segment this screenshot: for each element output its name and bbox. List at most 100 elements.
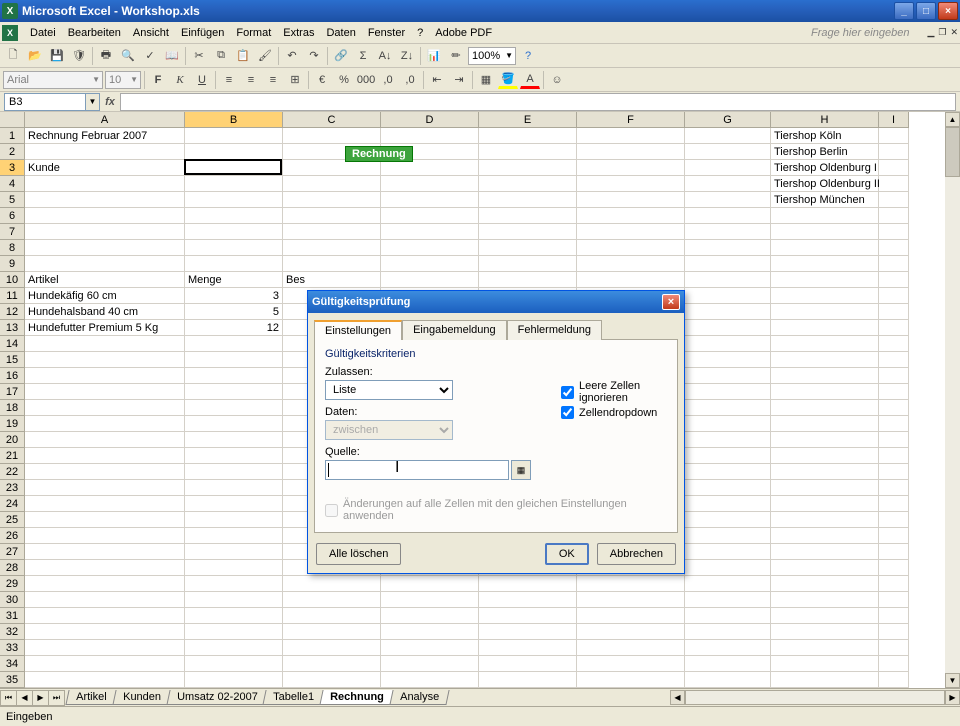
cell[interactable] [771, 528, 879, 544]
sheet-tab[interactable]: Tabelle1 [263, 690, 325, 705]
cell[interactable] [771, 560, 879, 576]
sort-asc-icon[interactable]: A↓ [375, 46, 395, 65]
cell[interactable] [381, 192, 479, 208]
col-header[interactable]: I [879, 112, 909, 128]
cell[interactable] [25, 208, 185, 224]
row-header[interactable]: 9 [0, 256, 25, 272]
cell[interactable] [771, 496, 879, 512]
cell[interactable] [771, 656, 879, 672]
cell[interactable] [479, 256, 577, 272]
smiley-icon[interactable]: ☺ [547, 70, 567, 89]
cell[interactable] [25, 224, 185, 240]
cell[interactable]: Tiershop Berlin [771, 144, 879, 160]
cell[interactable] [685, 448, 771, 464]
cell[interactable] [879, 208, 909, 224]
cell[interactable] [879, 144, 909, 160]
hscroll-track[interactable] [685, 690, 945, 705]
ok-button[interactable]: OK [545, 543, 589, 565]
cell[interactable] [25, 672, 185, 688]
cell[interactable] [771, 304, 879, 320]
cell[interactable] [283, 160, 381, 176]
cell[interactable] [771, 240, 879, 256]
cell[interactable] [185, 592, 283, 608]
menu-format[interactable]: Format [230, 25, 277, 41]
preview-icon[interactable]: 🔍 [118, 46, 138, 65]
cell[interactable] [25, 368, 185, 384]
cell[interactable] [381, 240, 479, 256]
cell[interactable] [879, 544, 909, 560]
font-selector[interactable]: Arial▼ [3, 71, 103, 89]
cell[interactable]: Hundekäfig 60 cm [25, 288, 185, 304]
undo-icon[interactable]: ↶ [282, 46, 302, 65]
cell[interactable] [185, 256, 283, 272]
dialog-tab[interactable]: Eingabemeldung [402, 320, 507, 340]
sum-icon[interactable]: Σ [353, 46, 373, 65]
cell[interactable] [479, 128, 577, 144]
cell[interactable] [771, 512, 879, 528]
cell[interactable] [685, 480, 771, 496]
cell[interactable]: Menge [185, 272, 283, 288]
cell[interactable] [381, 656, 479, 672]
cell[interactable] [25, 560, 185, 576]
maximize-button[interactable]: □ [916, 2, 936, 20]
cell[interactable]: Tiershop München [771, 192, 879, 208]
cell[interactable] [283, 176, 381, 192]
cell[interactable] [879, 416, 909, 432]
font-size-selector[interactable]: 10▼ [105, 71, 141, 89]
col-header[interactable]: H [771, 112, 879, 128]
cell[interactable] [283, 256, 381, 272]
cell[interactable] [879, 592, 909, 608]
dialog-tab[interactable]: Einstellungen [314, 320, 402, 340]
row-header[interactable]: 24 [0, 496, 25, 512]
dialog-titlebar[interactable]: Gültigkeitsprüfung × [308, 291, 684, 313]
row-header[interactable]: 17 [0, 384, 25, 400]
row-header[interactable]: 23 [0, 480, 25, 496]
cell[interactable] [879, 288, 909, 304]
row-header[interactable]: 28 [0, 560, 25, 576]
cell[interactable] [381, 176, 479, 192]
cell[interactable] [185, 224, 283, 240]
cell[interactable] [685, 656, 771, 672]
row-header[interactable]: 34 [0, 656, 25, 672]
menu-einfügen[interactable]: Einfügen [175, 25, 230, 41]
cell[interactable] [577, 224, 685, 240]
tab-nav-next-icon[interactable]: ▶ [32, 690, 48, 706]
cell[interactable] [771, 256, 879, 272]
cell[interactable] [283, 672, 381, 688]
cell[interactable] [771, 640, 879, 656]
cell[interactable] [185, 448, 283, 464]
row-header[interactable]: 14 [0, 336, 25, 352]
hscroll-right-icon[interactable]: ▶ [945, 690, 960, 705]
cell[interactable] [685, 432, 771, 448]
cell[interactable] [879, 512, 909, 528]
sheet-tab[interactable]: Kunden [112, 690, 171, 705]
cell[interactable] [185, 144, 283, 160]
cell[interactable]: 5 [185, 304, 283, 320]
cell-dropdown-checkbox[interactable] [561, 406, 574, 419]
cell[interactable] [771, 208, 879, 224]
cell[interactable] [479, 640, 577, 656]
range-picker-icon[interactable]: ▦ [511, 460, 531, 480]
cell[interactable] [879, 528, 909, 544]
cell[interactable] [25, 496, 185, 512]
sheet-tab[interactable]: Artikel [65, 690, 117, 705]
cell[interactable] [685, 144, 771, 160]
mdi-close[interactable]: ✕ [950, 27, 958, 38]
cell[interactable] [771, 352, 879, 368]
row-header[interactable]: 15 [0, 352, 25, 368]
cell[interactable] [479, 160, 577, 176]
cell[interactable] [381, 208, 479, 224]
select-all-corner[interactable] [0, 112, 25, 128]
row-header[interactable]: 6 [0, 208, 25, 224]
cell[interactable] [185, 240, 283, 256]
col-header[interactable]: D [381, 112, 479, 128]
cell[interactable] [479, 272, 577, 288]
cell[interactable] [283, 656, 381, 672]
row-header[interactable]: 35 [0, 672, 25, 688]
cell[interactable] [685, 208, 771, 224]
cell[interactable] [879, 656, 909, 672]
cell[interactable] [771, 592, 879, 608]
row-header[interactable]: 22 [0, 464, 25, 480]
cell[interactable] [879, 432, 909, 448]
research-icon[interactable]: 📖 [162, 46, 182, 65]
